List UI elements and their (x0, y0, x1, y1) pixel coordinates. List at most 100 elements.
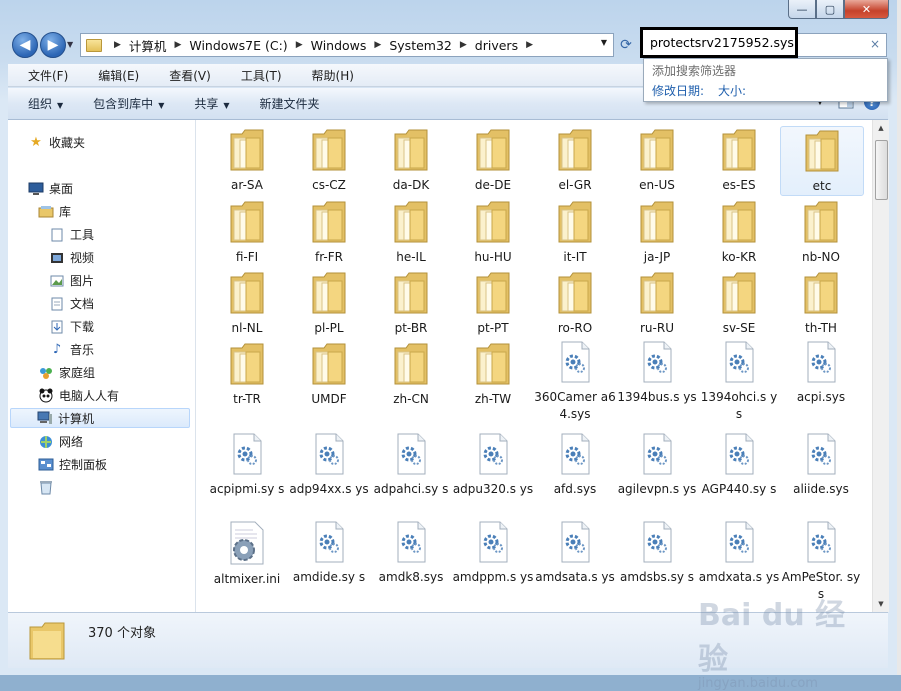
chevron-right-icon[interactable]: ▶ (460, 40, 467, 50)
refresh-icon[interactable]: ⟳ (615, 34, 637, 55)
file-item[interactable]: adpahci.sy s (370, 432, 452, 498)
folder-item[interactable]: ro-RO (534, 269, 616, 337)
search-input[interactable]: protectsrv2175952.sys (640, 27, 798, 58)
folder-item[interactable]: etc (780, 126, 864, 196)
sidebar-item-pictures[interactable]: 图片 (49, 272, 94, 289)
sidebar-item-desktop[interactable]: 桌面 (28, 180, 73, 197)
folder-item[interactable]: cs-CZ (288, 126, 370, 194)
file-item[interactable]: AGP440.sy s (698, 432, 780, 498)
clear-search-icon[interactable]: × (870, 37, 880, 51)
file-item[interactable]: afd.sys (534, 432, 616, 498)
folder-item[interactable]: nb-NO (780, 198, 862, 266)
sidebar-item-downloads[interactable]: 下载 (49, 318, 94, 335)
chevron-right-icon[interactable]: ▶ (114, 40, 121, 50)
file-item[interactable]: 1394ohci.s ys (698, 340, 780, 423)
menu-file[interactable]: 文件(F) (8, 67, 78, 84)
file-item[interactable]: 1394bus.s ys (616, 340, 698, 406)
sidebar-item-documents[interactable]: 文档 (49, 295, 94, 312)
folder-item[interactable]: th-TH (780, 269, 862, 337)
file-item[interactable]: aliide.sys (780, 432, 862, 498)
sidebar-item-network[interactable]: 网络 (38, 433, 83, 450)
scroll-up-icon[interactable]: ▲ (873, 120, 889, 136)
organize-button[interactable]: 组织 ▼ (28, 95, 63, 112)
scroll-thumb[interactable] (875, 140, 888, 200)
sidebar-item-tools[interactable]: 工具 (49, 226, 94, 243)
folder-item[interactable]: tr-TR (206, 340, 288, 408)
folder-item[interactable]: de-DE (452, 126, 534, 194)
file-item[interactable]: acpipmi.sy s (206, 432, 288, 498)
file-item[interactable]: amdxata.s ys (698, 520, 780, 586)
folder-item[interactable]: it-IT (534, 198, 616, 266)
include-in-library-button[interactable]: 包含到库中 ▼ (93, 95, 164, 112)
folder-item[interactable]: es-ES (698, 126, 780, 194)
breadcrumb-system32[interactable]: System32 (389, 38, 452, 53)
folder-item[interactable]: pt-BR (370, 269, 452, 337)
folder-item[interactable]: en-US (616, 126, 698, 194)
chevron-right-icon[interactable]: ▶ (296, 40, 303, 50)
scroll-down-icon[interactable]: ▼ (873, 596, 889, 612)
folder-item[interactable]: zh-TW (452, 340, 534, 408)
address-dropdown-icon[interactable]: ▼ (601, 38, 607, 47)
folder-item[interactable]: nl-NL (206, 269, 288, 337)
sidebar-item-computer[interactable]: 计算机 (10, 408, 190, 428)
new-folder-button[interactable]: 新建文件夹 (260, 95, 320, 112)
folder-item[interactable]: ar-SA (206, 126, 288, 194)
share-button[interactable]: 共享 ▼ (194, 95, 229, 112)
sidebar-item-videos[interactable]: 视频 (49, 249, 94, 266)
folder-item[interactable]: pt-PT (452, 269, 534, 337)
folder-item[interactable]: ja-JP (616, 198, 698, 266)
file-item[interactable]: amdsbs.sy s (616, 520, 698, 586)
folder-item[interactable]: sv-SE (698, 269, 780, 337)
folder-item[interactable]: hu-HU (452, 198, 534, 266)
file-item[interactable]: adpu320.s ys (452, 432, 534, 498)
menu-help[interactable]: 帮助(H) (292, 67, 364, 84)
file-item[interactable]: amdsata.s ys (534, 520, 616, 586)
sidebar-item-recycle-bin[interactable] (38, 479, 59, 495)
filter-size[interactable]: 大小: (718, 82, 746, 99)
minimize-button[interactable]: — (788, 0, 816, 19)
menu-edit[interactable]: 编辑(E) (78, 67, 149, 84)
filter-date-modified[interactable]: 修改日期: (652, 82, 704, 99)
menu-tools[interactable]: 工具(T) (221, 67, 292, 84)
sidebar-item-favorites[interactable]: ★ 收藏夹 (28, 134, 85, 151)
sidebar-item-pc-people[interactable]: 电脑人人有 (38, 387, 119, 404)
folder-item[interactable]: ko-KR (698, 198, 780, 266)
address-bar[interactable]: ▶ 计算机 ▶ Windows7E (C:) ▶ Windows ▶ Syste… (80, 33, 614, 57)
chevron-right-icon[interactable]: ▶ (374, 40, 381, 50)
folder-item[interactable]: el-GR (534, 126, 616, 194)
file-item[interactable]: 360Camer a64.sys (534, 340, 616, 423)
vertical-scrollbar[interactable]: ▲ ▼ (872, 120, 889, 612)
file-item[interactable]: amdide.sy s (288, 520, 370, 586)
folder-item[interactable]: UMDF (288, 340, 370, 408)
folder-item[interactable]: ru-RU (616, 269, 698, 337)
breadcrumb-windows[interactable]: Windows (311, 38, 367, 53)
file-item[interactable]: acpi.sys (780, 340, 862, 406)
folder-item[interactable]: fr-FR (288, 198, 370, 266)
back-arrow-icon[interactable]: ◀ (12, 32, 38, 58)
folder-item[interactable]: pl-PL (288, 269, 370, 337)
file-item[interactable]: agilevpn.s ys (616, 432, 698, 498)
menu-view[interactable]: 查看(V) (149, 67, 221, 84)
file-item[interactable]: amdk8.sys (370, 520, 452, 586)
folder-item[interactable]: he-IL (370, 198, 452, 266)
maximize-button[interactable]: ▢ (816, 0, 844, 19)
file-item[interactable]: altmixer.ini (206, 520, 288, 588)
sidebar-item-control-panel[interactable]: 控制面板 (38, 456, 107, 473)
chevron-right-icon[interactable]: ▶ (526, 40, 533, 50)
breadcrumb-computer[interactable]: 计算机 (129, 36, 167, 55)
breadcrumb-drivers[interactable]: drivers (475, 38, 518, 53)
file-item[interactable]: amdppm.s ys (452, 520, 534, 586)
chevron-right-icon[interactable]: ▶ (174, 40, 181, 50)
folder-item[interactable]: da-DK (370, 126, 452, 194)
sidebar-item-music[interactable]: ♪ 音乐 (49, 341, 94, 358)
sidebar-item-library[interactable]: 库 (38, 203, 71, 220)
search-box-extension[interactable]: × (798, 33, 887, 57)
file-item[interactable]: adp94xx.s ys (288, 432, 370, 498)
sidebar-item-homegroup[interactable]: 家庭组 (38, 364, 95, 381)
recent-pages-dropdown-icon[interactable]: ▼ (67, 40, 73, 49)
folder-item[interactable]: zh-CN (370, 340, 452, 408)
file-item[interactable]: AmPeStor. sys (780, 520, 862, 603)
breadcrumb-drive[interactable]: Windows7E (C:) (189, 38, 287, 53)
close-button[interactable]: ✕ (844, 0, 889, 19)
forward-arrow-icon[interactable]: ▶ (40, 32, 66, 58)
